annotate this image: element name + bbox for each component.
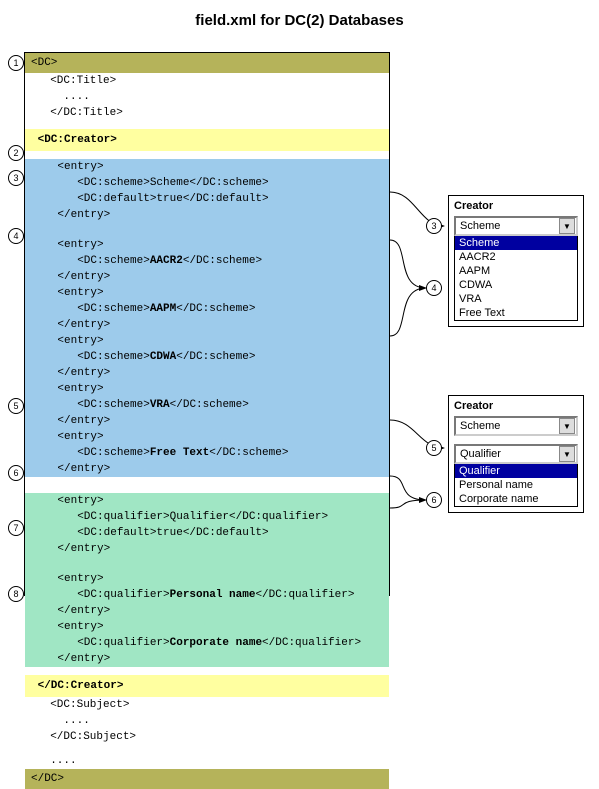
xml-line: <entry> [25, 285, 389, 301]
xml-line: <entry> [25, 381, 389, 397]
callout-marker-4r: 4 [426, 280, 442, 296]
xml-line: <DC:default>true</DC:default> [25, 525, 389, 541]
xml-line: <entry> [25, 571, 389, 587]
callout-marker-5: 5 [8, 398, 24, 414]
callout-marker-7: 7 [8, 520, 24, 536]
xml-line: </entry> [25, 541, 389, 557]
xml-blank [25, 477, 389, 493]
dropdown-value: Scheme [460, 420, 500, 432]
creator-qualifier-panel: Creator Scheme ▼ Qualifier ▼ Qualifier P… [448, 395, 584, 513]
xml-root-close: </DC> [25, 769, 389, 789]
xml-blank [25, 557, 389, 571]
xml-line: <DC:scheme>VRA</DC:scheme> [25, 397, 389, 413]
xml-line: <DC:scheme>AACR2</DC:scheme> [25, 253, 389, 269]
dropdown-option[interactable]: Scheme [455, 236, 577, 250]
xml-blank [25, 223, 389, 237]
xml-line: </entry> [25, 365, 389, 381]
xml-line: </entry> [25, 269, 389, 285]
scheme-dropdown[interactable]: Scheme ▼ [454, 416, 578, 436]
callout-marker-1: 1 [8, 55, 24, 71]
xml-line: </entry> [25, 651, 389, 667]
dropdown-option[interactable]: Qualifier [455, 464, 577, 478]
callout-marker-5r: 5 [426, 440, 442, 456]
callout-marker-3: 3 [8, 170, 24, 186]
dropdown-option[interactable]: Free Text [455, 306, 577, 320]
xml-line: <DC:qualifier>Personal name</DC:qualifie… [25, 587, 389, 603]
dropdown-option[interactable]: Corporate name [455, 492, 577, 506]
xml-root-open: <DC> [25, 53, 389, 73]
dropdown-option[interactable]: CDWA [455, 278, 577, 292]
xml-line: <entry> [25, 429, 389, 445]
callout-marker-3r: 3 [426, 218, 442, 234]
xml-line: </entry> [25, 207, 389, 223]
xml-line: .... [25, 713, 389, 729]
qualifier-option-list: Qualifier Personal name Corporate name [454, 464, 578, 507]
xml-line: <entry> [25, 237, 389, 253]
panel-title: Creator [454, 200, 578, 212]
xml-line: <entry> [25, 493, 389, 509]
xml-line: <DC:Subject> [25, 697, 389, 713]
creator-scheme-panel: Creator Scheme ▼ Scheme AACR2 AAPM CDWA … [448, 195, 584, 327]
xml-line: </DC:Subject> [25, 729, 389, 745]
xml-line: <entry> [25, 619, 389, 635]
chevron-down-icon[interactable]: ▼ [559, 418, 575, 434]
callout-marker-4: 4 [8, 228, 24, 244]
xml-line: <DC:qualifier>Corporate name</DC:qualifi… [25, 635, 389, 651]
panel-title: Creator [454, 400, 578, 412]
xml-line: <DC:Title> [25, 73, 389, 89]
xml-line: <DC:scheme>Scheme</DC:scheme> [25, 175, 389, 191]
xml-line: </entry> [25, 317, 389, 333]
scheme-option-list: Scheme AACR2 AAPM CDWA VRA Free Text [454, 236, 578, 321]
page-title: field.xml for DC(2) Databases [0, 0, 599, 37]
qualifier-dropdown[interactable]: Qualifier ▼ [454, 444, 578, 464]
xml-line: <entry> [25, 333, 389, 349]
xml-line: <DC:scheme>AAPM</DC:scheme> [25, 301, 389, 317]
callout-marker-6r: 6 [426, 492, 442, 508]
xml-line: <entry> [25, 159, 389, 175]
callout-marker-8: 8 [8, 586, 24, 602]
xml-line: <DC:qualifier>Qualifier</DC:qualifier> [25, 509, 389, 525]
callout-marker-2: 2 [8, 145, 24, 161]
xml-line: </entry> [25, 461, 389, 477]
xml-line: </DC:Title> [25, 105, 389, 121]
xml-line: <DC:scheme>CDWA</DC:scheme> [25, 349, 389, 365]
chevron-down-icon[interactable]: ▼ [559, 446, 575, 462]
chevron-down-icon[interactable]: ▼ [559, 218, 575, 234]
xml-line: </entry> [25, 413, 389, 429]
xml-creator-close: </DC:Creator> [25, 675, 389, 697]
dropdown-value: Qualifier [460, 448, 501, 460]
xml-line: <DC:scheme>Free Text</DC:scheme> [25, 445, 389, 461]
dropdown-option[interactable]: AACR2 [455, 250, 577, 264]
xml-listing-box: <DC> <DC:Title> .... </DC:Title> <DC:Cre… [24, 52, 390, 596]
dropdown-value: Scheme [460, 220, 500, 232]
xml-creator-open: <DC:Creator> [25, 129, 389, 151]
dropdown-option[interactable]: VRA [455, 292, 577, 306]
dropdown-option[interactable]: AAPM [455, 264, 577, 278]
xml-line: <DC:default>true</DC:default> [25, 191, 389, 207]
xml-line: .... [25, 89, 389, 105]
dropdown-option[interactable]: Personal name [455, 478, 577, 492]
xml-line: .... [25, 753, 389, 769]
scheme-dropdown[interactable]: Scheme ▼ [454, 216, 578, 236]
callout-marker-6: 6 [8, 465, 24, 481]
xml-line: </entry> [25, 603, 389, 619]
